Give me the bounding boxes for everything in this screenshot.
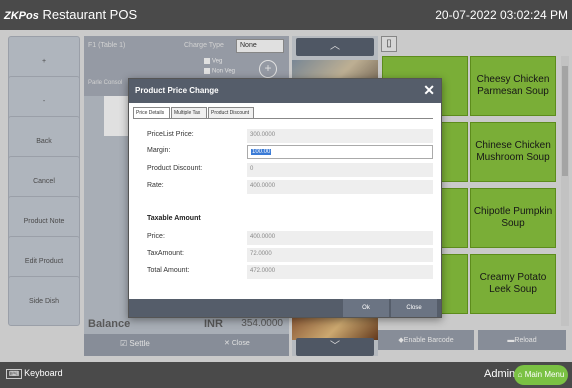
total-amount-field: 472.0000 xyxy=(247,265,433,279)
dialog-header: Product Price Change ✕ xyxy=(129,79,441,103)
dialog-title: Product Price Change xyxy=(135,86,219,95)
keyboard-icon: ⌨ xyxy=(6,369,23,379)
main-menu-button[interactable]: ⌂ Main Menu xyxy=(514,365,568,385)
pricelist-price-row: PriceList Price: 300.0000 xyxy=(147,129,437,143)
tax-amount-row: TaxAmount: 72.0000 xyxy=(147,248,437,262)
product-discount-label: Product Discount: xyxy=(147,165,203,172)
tab-divider xyxy=(133,118,433,119)
tax-amount-label: TaxAmount: xyxy=(147,250,184,257)
close-button[interactable]: Close xyxy=(391,299,437,317)
app-brand: ZKPos Restaurant POS xyxy=(4,7,137,22)
tax-amount-field: 72.0000 xyxy=(247,248,433,262)
pricelist-price-field: 300.0000 xyxy=(247,129,433,143)
margin-row: Margin: 100.00 xyxy=(147,145,437,159)
taxable-amount-heading: Taxable Amount xyxy=(147,215,201,222)
total-amount-label: Total Amount: xyxy=(147,267,190,274)
product-discount-row: Product Discount: 0 xyxy=(147,163,437,177)
close-icon[interactable]: ✕ xyxy=(423,82,435,99)
title-bar: ZKPos Restaurant POS 20-07-2022 03:02:24… xyxy=(0,0,572,30)
product-discount-field: 0 xyxy=(247,163,433,177)
home-icon: ⌂ xyxy=(517,370,523,379)
rate-field: 400.0000 xyxy=(247,180,433,194)
footer-bar: ⌨ Keyboard Admin ⌂ Main Menu xyxy=(0,362,572,388)
rate-row: Rate: 400.0000 xyxy=(147,180,437,194)
product-price-change-dialog: Product Price Change ✕ Price Details Mul… xyxy=(128,78,442,318)
user-label: Admin xyxy=(484,368,516,380)
price-label: Price: xyxy=(147,233,165,240)
app-title: Restaurant POS xyxy=(42,7,138,22)
rate-label: Rate: xyxy=(147,182,164,189)
ok-button[interactable]: Ok xyxy=(343,299,389,317)
keyboard-button[interactable]: ⌨ Keyboard xyxy=(6,368,63,379)
total-amount-row: Total Amount: 472.0000 xyxy=(147,265,437,279)
margin-label: Margin: xyxy=(147,147,171,154)
pricelist-price-label: PriceList Price: xyxy=(147,131,194,138)
datetime-display: 20-07-2022 03:02:24 PM xyxy=(435,8,568,22)
brand-logo: ZKPos xyxy=(4,10,39,22)
margin-input[interactable]: 100.00 xyxy=(247,145,433,159)
dialog-footer: Ok Close xyxy=(129,299,441,317)
price-field: 400.0000 xyxy=(247,231,433,245)
price-row: Price: 400.0000 xyxy=(147,231,437,245)
